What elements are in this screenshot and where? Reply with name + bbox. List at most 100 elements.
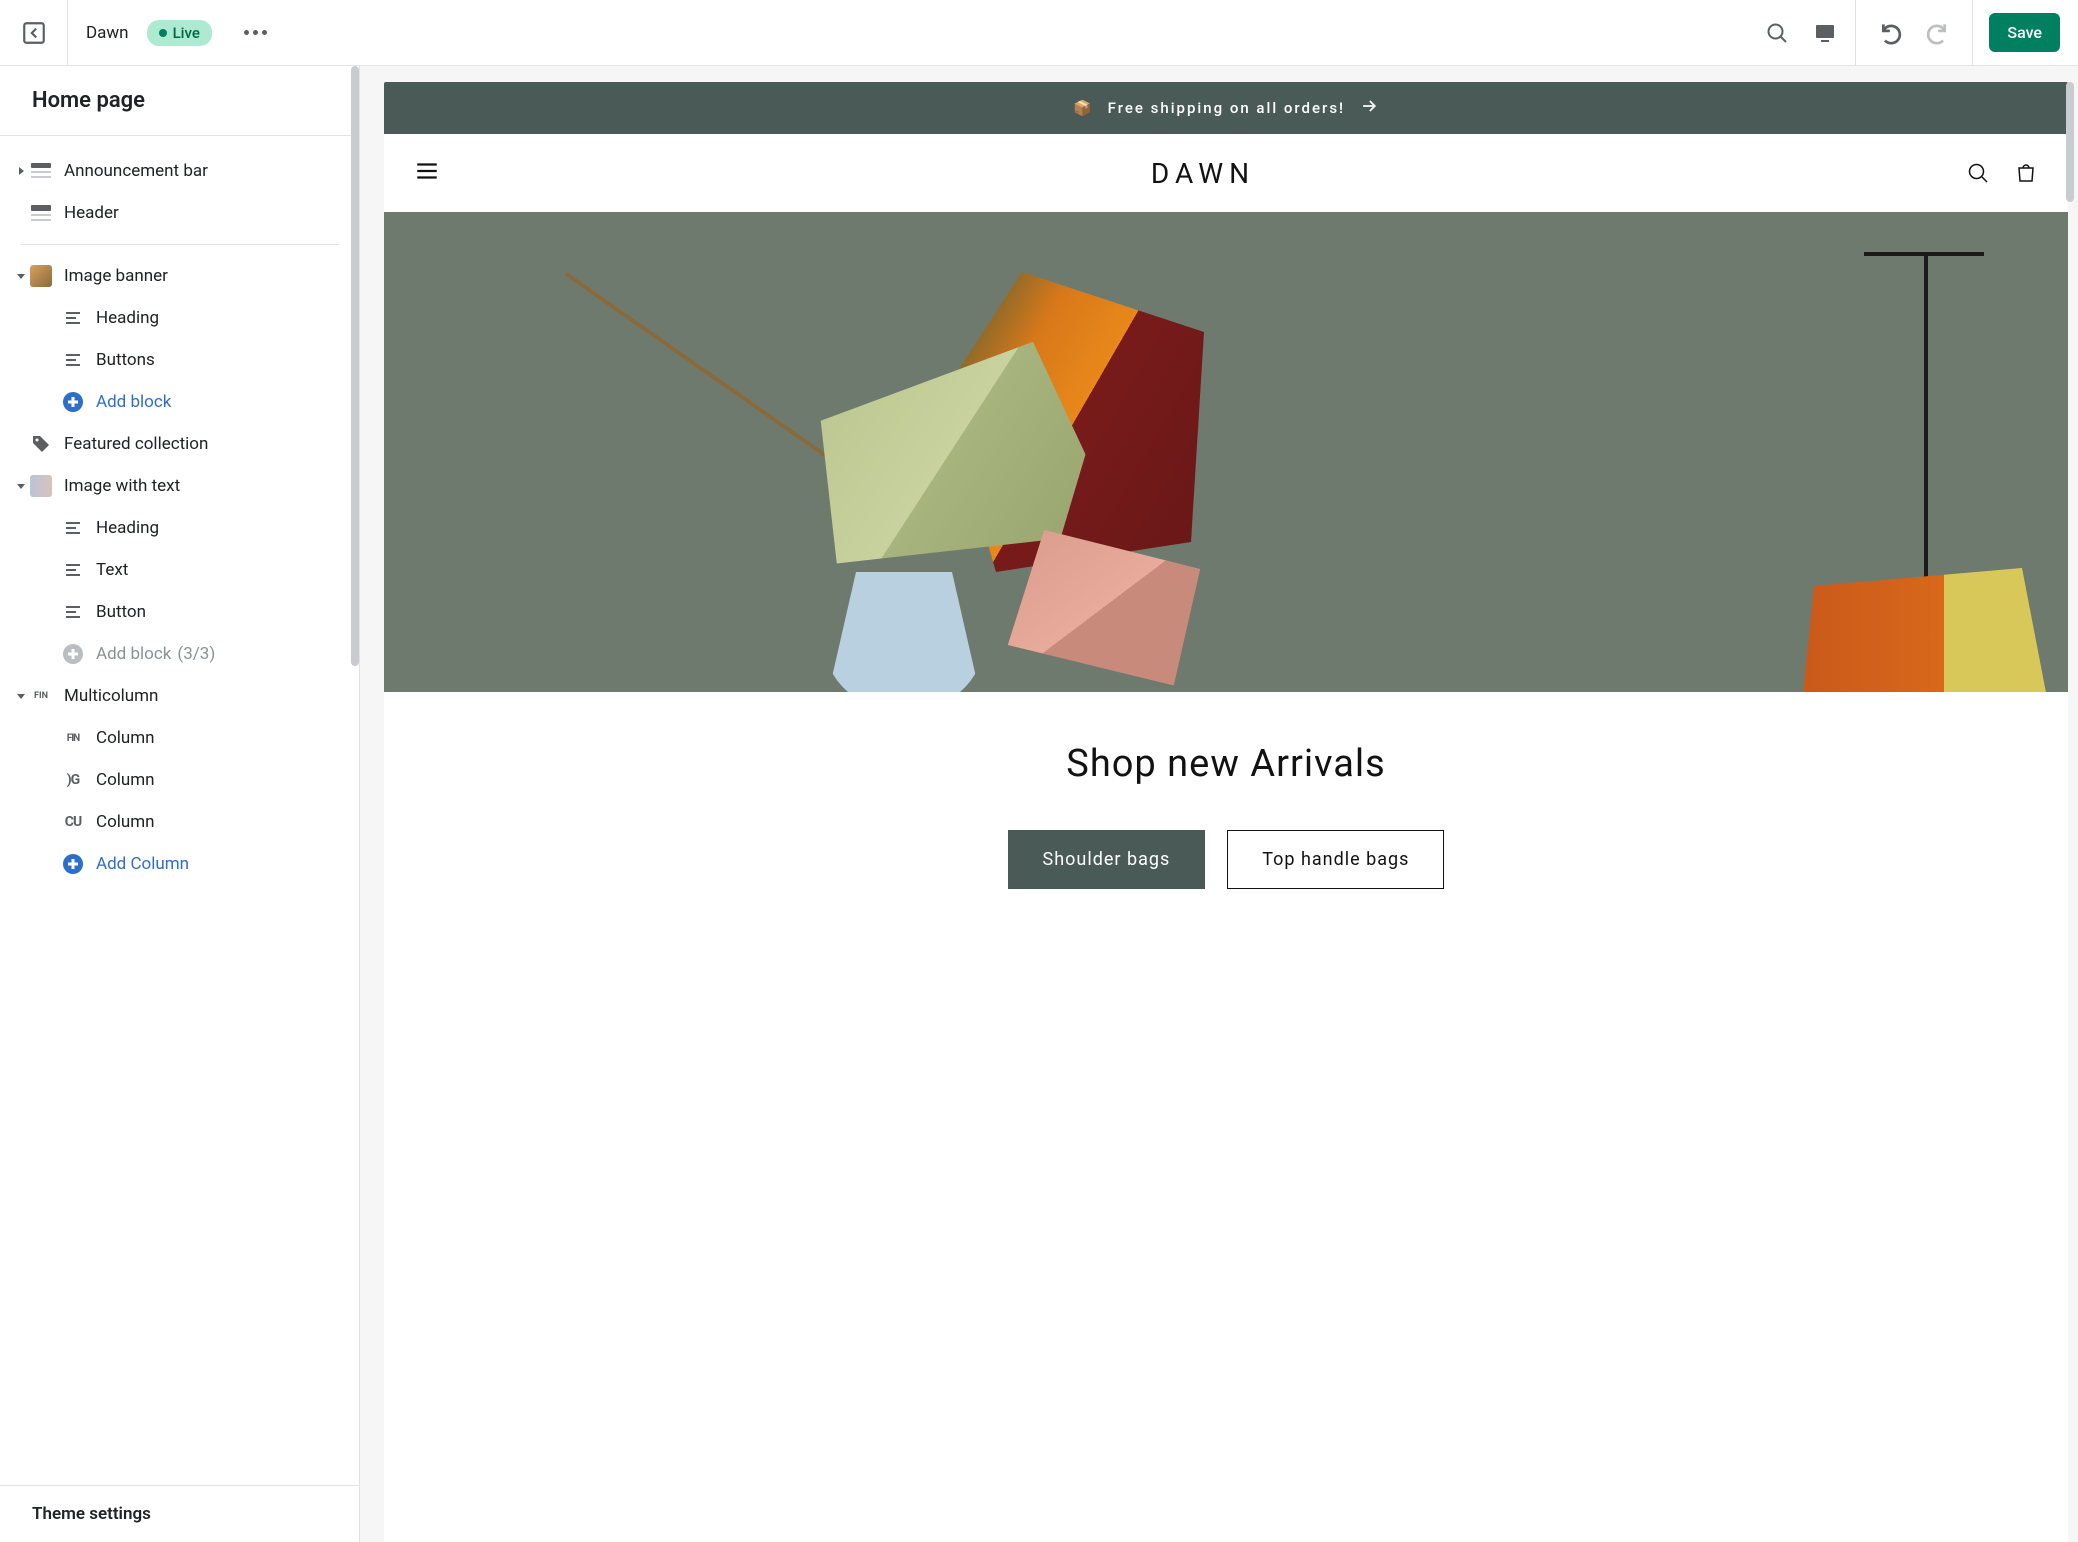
block-column-2[interactable]: )G Column: [0, 759, 359, 801]
theme-info: Dawn Live: [68, 20, 299, 46]
banner-button-primary[interactable]: Shoulder bags: [1008, 830, 1206, 889]
preview-scrollbar[interactable]: [2066, 82, 2074, 202]
desktop-icon: [1813, 21, 1837, 45]
block-label: Heading: [96, 518, 159, 538]
section-featured-collection[interactable]: Featured collection: [0, 423, 359, 465]
header-icons: [1966, 161, 2038, 185]
section-label: Multicolumn: [64, 686, 158, 706]
search-button[interactable]: [1753, 0, 1801, 65]
sidebar-scrollbar[interactable]: [351, 66, 359, 666]
block-label: Column: [96, 770, 155, 790]
topbar: Dawn Live Save: [0, 0, 2078, 66]
sidebar: Home page Announcement bar Header Image …: [0, 66, 360, 1542]
theme-name: Dawn: [86, 23, 129, 43]
section-label: Announcement bar: [64, 161, 208, 181]
viewport-desktop-button[interactable]: [1801, 0, 1849, 65]
announcement-bar-icon: [30, 160, 52, 182]
text-align-icon: [62, 517, 84, 539]
add-icon: [62, 391, 84, 413]
add-block-label: Add block: [96, 392, 171, 412]
cart-icon[interactable]: [2014, 161, 2038, 185]
banner-heading: Shop new Arrivals: [424, 742, 2028, 786]
theme-settings-button[interactable]: Theme settings: [0, 1485, 359, 1542]
caret-down-icon: [14, 691, 28, 701]
block-label: Heading: [96, 308, 159, 328]
announcement-text: Free shipping on all orders!: [1108, 99, 1345, 117]
block-label: Button: [96, 602, 146, 622]
status-dot-icon: [159, 29, 167, 37]
divider: [1855, 0, 1856, 65]
add-block-image-with-text-disabled: Add block (3/3): [0, 633, 359, 675]
section-label: Image banner: [64, 266, 168, 286]
banner-bag-image: [993, 509, 1215, 692]
page-title: Home page: [0, 66, 359, 136]
section-image-banner[interactable]: Image banner: [0, 255, 359, 297]
store-header: DAWN: [384, 134, 2068, 212]
section-tree: Announcement bar Header Image banner Hea…: [0, 136, 359, 1485]
image-banner-icon: [30, 265, 52, 287]
live-status-badge: Live: [147, 20, 212, 46]
section-image-with-text[interactable]: Image with text: [0, 465, 359, 507]
add-block-label: Add block: [96, 644, 171, 664]
main: Home page Announcement bar Header Image …: [0, 66, 2078, 1542]
store-logo[interactable]: DAWN: [1151, 157, 1255, 190]
block-label: Buttons: [96, 350, 155, 370]
multicolumn-icon: FIN: [30, 685, 52, 707]
caret-down-icon: [14, 271, 28, 281]
add-icon: [62, 853, 84, 875]
package-icon: 📦: [1073, 99, 1094, 117]
block-label: Text: [96, 560, 128, 580]
section-multicolumn[interactable]: FIN Multicolumn: [0, 675, 359, 717]
undo-redo-group: [1862, 0, 1966, 65]
announcement-bar[interactable]: 📦 Free shipping on all orders!: [384, 82, 2068, 134]
add-block-image-banner[interactable]: Add block: [0, 381, 359, 423]
banner-buttons: Shoulder bags Top handle bags: [424, 830, 2028, 889]
text-align-icon: [62, 349, 84, 371]
tree-separator: [20, 244, 339, 245]
back-button[interactable]: [0, 0, 68, 65]
preview-frame: 📦 Free shipping on all orders! DAWN: [384, 82, 2068, 1542]
menu-button[interactable]: [414, 158, 440, 188]
caret-right-icon: [14, 166, 28, 176]
redo-button[interactable]: [1914, 0, 1958, 65]
more-horizontal-icon: [244, 30, 267, 35]
image-with-text-icon: [30, 475, 52, 497]
banner-bag-image: [824, 572, 984, 692]
add-column-multicolumn[interactable]: Add Column: [0, 843, 359, 885]
preview-pane: 📦 Free shipping on all orders! DAWN: [360, 66, 2078, 1542]
add-block-count: (3/3): [177, 644, 215, 664]
section-label: Featured collection: [64, 434, 208, 454]
add-icon: [62, 643, 84, 665]
text-align-icon: [62, 307, 84, 329]
block-heading[interactable]: Heading: [0, 507, 359, 549]
status-label: Live: [173, 24, 200, 42]
more-actions-button[interactable]: [230, 30, 281, 35]
section-announcement-bar[interactable]: Announcement bar: [0, 150, 359, 192]
search-icon: [1765, 21, 1789, 45]
banner-button-secondary[interactable]: Top handle bags: [1227, 830, 1444, 889]
save-button[interactable]: Save: [1989, 13, 2060, 52]
banner-bag-image: [1788, 532, 2048, 692]
block-heading[interactable]: Heading: [0, 297, 359, 339]
column-thumb-icon: FIN: [62, 730, 84, 746]
topbar-left: Dawn Live: [0, 0, 299, 65]
banner-content: Shop new Arrivals Shoulder bags Top hand…: [384, 692, 2068, 929]
column-thumb-icon: CU: [62, 814, 84, 830]
redo-icon: [1923, 20, 1949, 46]
exit-icon: [21, 20, 47, 46]
divider: [1972, 0, 1973, 65]
undo-button[interactable]: [1870, 0, 1914, 65]
block-column-1[interactable]: FIN Column: [0, 717, 359, 759]
block-column-3[interactable]: CU Column: [0, 801, 359, 843]
block-text[interactable]: Text: [0, 549, 359, 591]
block-button[interactable]: Button: [0, 591, 359, 633]
section-label: Image with text: [64, 476, 180, 496]
undo-icon: [1879, 20, 1905, 46]
search-icon[interactable]: [1966, 161, 1990, 185]
section-header[interactable]: Header: [0, 192, 359, 234]
text-align-icon: [62, 601, 84, 623]
block-buttons[interactable]: Buttons: [0, 339, 359, 381]
price-tag-icon: [30, 433, 52, 455]
column-thumb-icon: )G: [62, 772, 84, 788]
arrow-right-icon: [1359, 96, 1379, 120]
